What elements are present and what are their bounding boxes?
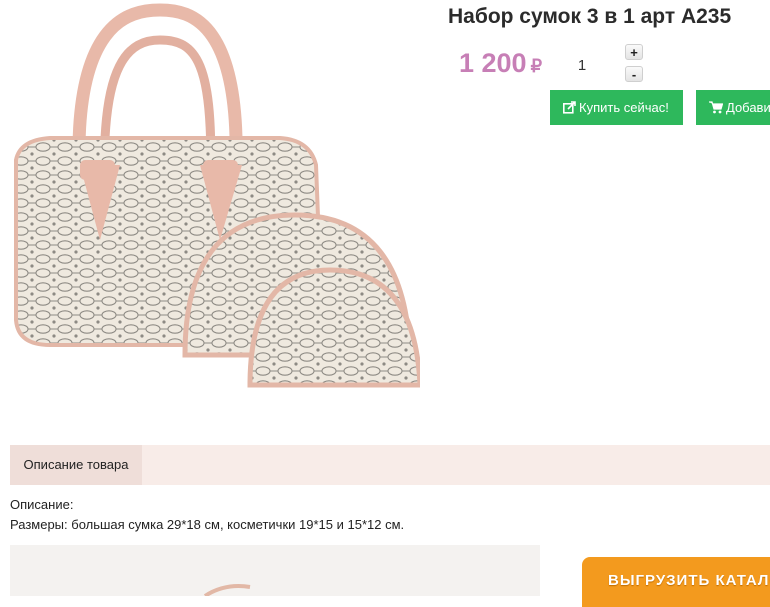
product-title: Набор сумок 3 в 1 арт A235 xyxy=(448,5,732,28)
cart-icon xyxy=(709,101,724,114)
description-sizes: Размеры: большая сумка 29*18 см, космети… xyxy=(10,517,405,532)
buy-now-button[interactable]: Купить сейчас! xyxy=(550,90,683,125)
product-image xyxy=(10,0,420,400)
add-to-cart-label: Добави xyxy=(726,100,770,115)
external-link-icon xyxy=(563,101,576,114)
product-price: 1 200 ₽ xyxy=(459,48,542,79)
add-to-cart-button[interactable]: Добави xyxy=(696,90,770,125)
quantity-increase-button[interactable]: + xyxy=(625,44,643,60)
tab-bar: Описание товара xyxy=(10,445,770,485)
currency-sign: ₽ xyxy=(530,56,543,76)
description-image xyxy=(10,545,540,596)
quantity-decrease-button[interactable]: - xyxy=(625,66,643,82)
description-heading: Описание: xyxy=(10,497,74,512)
quantity-input[interactable] xyxy=(560,52,604,78)
tab-description[interactable]: Описание товара xyxy=(10,445,142,485)
buy-now-label: Купить сейчас! xyxy=(579,100,669,115)
price-value: 1 200 xyxy=(459,48,527,78)
export-catalog-button[interactable]: ВЫГРУЗИТЬ КАТАЛО xyxy=(582,557,770,607)
